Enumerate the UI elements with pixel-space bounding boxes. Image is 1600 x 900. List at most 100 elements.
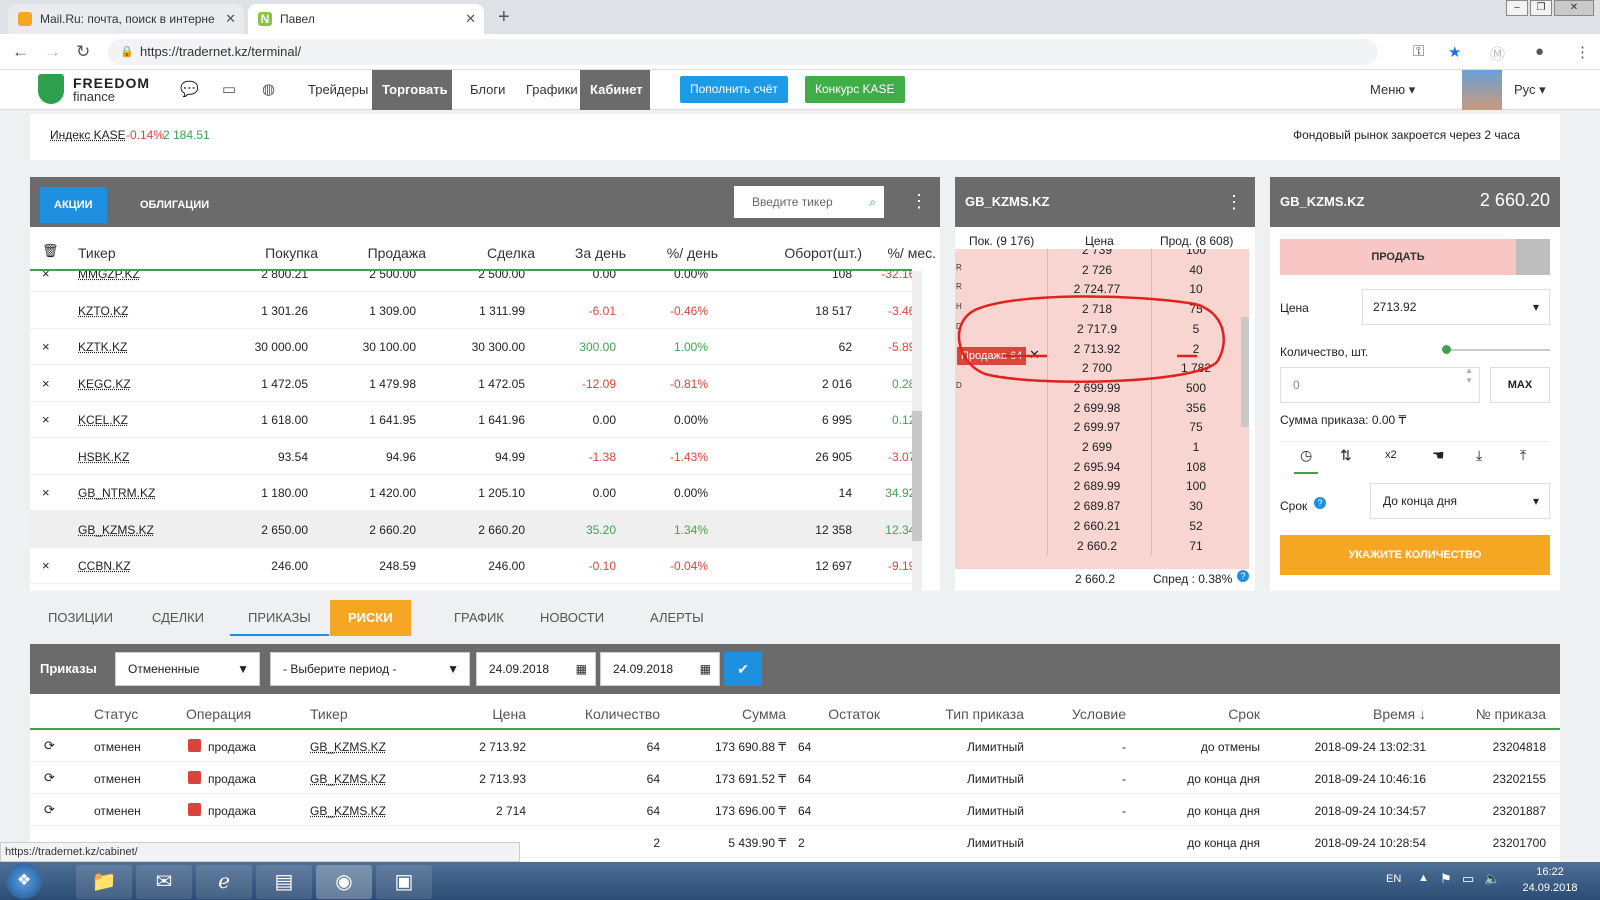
deposit-button[interactable]: Пополнить счёт [680,76,788,103]
url-input[interactable]: 🔒 https://tradernet.kz/terminal/ [108,39,1378,65]
chat-icon[interactable]: 💬 [180,80,199,98]
table-row[interactable]: × KCEL.KZ 1 618.00 1 641.95 1 641.96 0.00 0.00… [30,401,912,438]
submit-order-button[interactable]: УКАЖИТЕ КОЛИЧЕСТВО [1280,535,1550,575]
tab-bonds[interactable]: ОБЛИГАЦИИ [128,187,221,223]
bookmark-star-icon[interactable]: ★ [1448,43,1461,61]
ticker-link[interactable]: CCBN.KZ [78,559,131,573]
tab-5[interactable]: НОВОСТИ [522,600,622,636]
date-from-input[interactable]: 24.09.2018 ▦ [476,652,596,686]
order-cell-ticker[interactable]: GB_KZMS.KZ [310,740,420,754]
language-indicator[interactable]: EN [1386,873,1401,885]
tray-expand-icon[interactable]: ▲ [1418,872,1429,884]
quantity-stepper-icon[interactable]: ▲ ▼ [1465,366,1473,386]
browser-tab-pavel[interactable]: N Павел ✕ [248,4,484,34]
remove-row-icon[interactable]: × [42,339,50,354]
outlook-icon[interactable]: ✉ [136,865,192,899]
avatar[interactable] [1462,70,1502,110]
contest-button[interactable]: Конкурс KASE [805,76,905,103]
browser-tab-mail[interactable]: Mail.Ru: почта, поиск в интерне ✕ [8,4,244,34]
col-month-pct[interactable]: %/ мес. [870,245,936,261]
remove-row-icon[interactable]: × [42,558,50,573]
orders-col-11[interactable]: № приказа [1438,706,1554,722]
ticker-search-input[interactable]: Введите тикер ⌕ [734,186,884,218]
hand-icon[interactable]: ☚ [1432,447,1445,464]
col-volume[interactable]: Оборот(шт.) [730,245,862,261]
upload-icon[interactable]: ⤒ [1520,447,1526,464]
ticker-link[interactable]: HSBK.KZ [78,450,129,464]
tab-3[interactable]: РИСКИ [330,600,411,636]
orders-col-3[interactable]: Цена [424,706,534,722]
extension-icon[interactable]: Ⓜ [1490,43,1505,64]
term-select[interactable]: До конца дня ▾ [1370,483,1550,519]
profile-icon[interactable]: ● [1535,43,1544,60]
orderbook-row[interactable]: 2 699.97 75 [955,416,1249,437]
maximize-icon[interactable]: ❐ [1530,0,1552,16]
apply-filter-button[interactable]: ✔ [724,652,762,686]
nav-blogs[interactable]: Блоги [460,70,515,110]
table-row[interactable]: × MMGZP.KZ 2 800.21 2 500.00 2 500.00 0.00 0.0… [30,271,912,292]
repeat-icon[interactable]: ⟳ [44,738,55,754]
table-row[interactable]: × KEGC.KZ 1 472.05 1 479.98 1 472.05 -12.09 -0… [30,365,912,402]
help-icon[interactable]: ? [1237,570,1249,582]
orders-col-8[interactable]: Условие [1034,706,1134,722]
nav-traders[interactable]: Трейдеры [298,70,378,110]
calendar-icon[interactable]: ▦ [576,653,587,685]
new-tab-icon[interactable]: + [498,6,510,29]
menu-button[interactable]: Меню ▾ [1360,70,1425,110]
download-icon[interactable]: ⤓ [1476,447,1482,464]
ticker-link[interactable]: KCEL.KZ [78,413,128,427]
remove-row-icon[interactable]: × [42,485,50,500]
orderbook-row[interactable]: R 2 726 40 [955,258,1249,279]
quantity-slider[interactable] [1442,345,1550,354]
calculator-icon[interactable]: ▤ [256,865,312,899]
nav-cabinet[interactable]: Кабинет [580,70,650,110]
col-buy[interactable]: Покупка [228,245,318,261]
stocks-scroll-thumb[interactable] [912,411,922,541]
tab-0[interactable]: ПОЗИЦИИ [30,600,131,636]
remove-row-icon[interactable]: × [42,376,50,391]
tab-2[interactable]: ПРИКАЗЫ [230,600,329,636]
browser-menu-icon[interactable]: ⋮ [1575,43,1590,61]
orders-col-9[interactable]: Срок [1138,706,1268,722]
globe-icon[interactable]: ◍ [262,80,275,98]
orders-col-4[interactable]: Количество [538,706,668,722]
ticker-link[interactable]: GB_KZMS.KZ [78,523,154,537]
order-row[interactable]: ⟳ отменен продажа GB_KZMS.KZ 2 714 64 173 696.… [30,794,1560,826]
nav-charts[interactable]: Графики [516,70,588,110]
arrows-icon[interactable]: ⇅ [1340,447,1352,464]
ticker-link[interactable]: GB_NTRM.KZ [78,486,155,500]
language-select[interactable]: Рус ▾ [1504,70,1556,110]
col-sell[interactable]: Продажа [330,245,426,261]
orders-col-7[interactable]: Тип приказа [898,706,1032,722]
max-button[interactable]: MAX [1490,367,1550,403]
logo[interactable]: FREEDOM finance [38,74,150,104]
tab-4[interactable]: ГРАФИК [436,600,522,636]
network-icon[interactable]: ⚑ [1440,871,1452,887]
calendar-icon[interactable]: ▦ [700,653,711,685]
table-row[interactable]: × KZTK.KZ 30 000.00 30 100.00 30 300.00 300.0… [30,328,912,365]
status-filter-select[interactable]: Отмененные ▼ [115,652,260,686]
trash-icon[interactable]: 🗑 [42,243,59,259]
col-day-pct[interactable]: %/ день [630,245,718,261]
repeat-icon[interactable]: ⟳ [44,802,55,818]
tab-1[interactable]: СДЕЛКИ [134,600,222,636]
table-row[interactable]: × GB_NTRM.KZ 1 180.00 1 420.00 1 205.10 0.00 0… [30,474,912,511]
ticker-link[interactable]: KZTK.KZ [78,340,127,354]
orderbook-row[interactable]: 2 695.94 108 [955,455,1249,476]
remove-row-icon[interactable]: × [42,412,50,427]
explorer-icon[interactable]: 📁 [76,865,132,899]
quantity-slider-handle[interactable] [1442,345,1451,354]
chrome-icon[interactable]: ◉ [316,865,372,899]
table-row[interactable]: KZTO.KZ 1 301.26 1 309.00 1 311.99 -6.01 -0.4… [30,292,912,329]
date-to-input[interactable]: 24.09.2018 ▦ [600,652,720,686]
ie-icon[interactable]: ℯ [196,865,252,899]
table-row[interactable]: GB_KZMS.KZ 2 650.00 2 660.20 2 660.20 35.20 1… [30,510,912,548]
sell-button[interactable]: ПРОДАТЬ [1280,239,1516,275]
start-button-icon[interactable]: ❖ [6,863,42,899]
search-icon[interactable]: ⌕ [869,186,876,218]
orders-col-10[interactable]: Время ↓ [1270,706,1434,722]
save-app-icon[interactable]: ▣ [376,865,432,899]
quantity-input[interactable]: 0 ▲ ▼ [1280,366,1480,403]
table-row[interactable]: × CCBN.KZ 246.00 248.59 246.00 -0.10 -0.04% 12 … [30,547,912,584]
orderbook-row[interactable]: 2 699 1 [955,436,1249,456]
